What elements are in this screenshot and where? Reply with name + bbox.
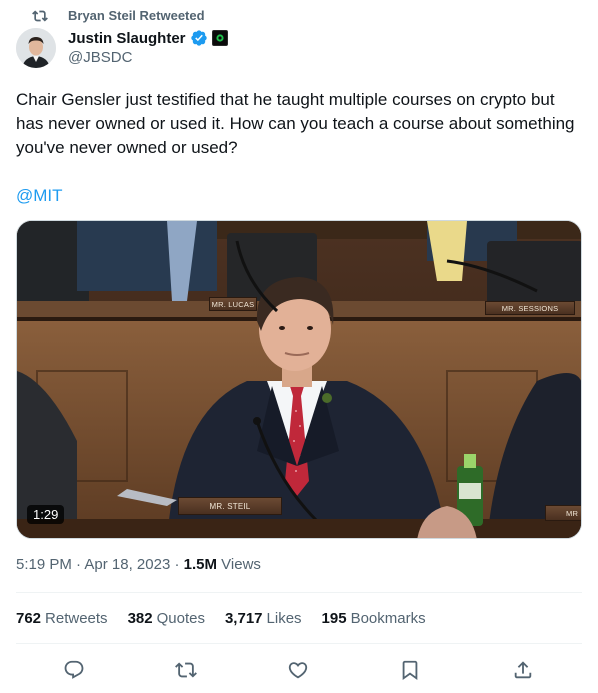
tweet-text: Chair Gensler just testified that he tau… bbox=[16, 90, 580, 157]
likes-label: Likes bbox=[266, 610, 302, 627]
bookmarks-label: Bookmarks bbox=[350, 610, 426, 627]
views-label: Views bbox=[221, 556, 261, 573]
nameplate-partial: MR bbox=[545, 505, 581, 521]
nameplate-lucas: MR. LUCAS bbox=[209, 297, 257, 311]
bookmark-button[interactable] bbox=[396, 657, 424, 683]
likes-count: 3,717 bbox=[224, 610, 263, 627]
affiliate-badge-icon[interactable] bbox=[211, 30, 228, 46]
video-duration: 1:29 bbox=[27, 505, 65, 524]
share-icon bbox=[514, 661, 532, 679]
retweets-stat[interactable]: 762 Retweets bbox=[16, 610, 108, 627]
name-line: Justin Slaughter bbox=[68, 28, 228, 48]
share-button[interactable] bbox=[509, 657, 537, 683]
nameplate-steil: MR. STEIL bbox=[178, 497, 282, 515]
quotes-label: Quotes bbox=[156, 610, 205, 627]
quotes-stat[interactable]: 382 Quotes bbox=[128, 610, 205, 627]
author-handle[interactable]: @JBSDC bbox=[68, 49, 132, 66]
retweet-icon bbox=[175, 662, 197, 678]
nameplate-sessions: MR. SESSIONS bbox=[485, 301, 575, 315]
verified-badge-icon[interactable] bbox=[190, 29, 208, 47]
divider bbox=[16, 592, 582, 593]
views-count: 1.5M bbox=[183, 556, 217, 573]
like-button[interactable] bbox=[284, 657, 312, 683]
divider bbox=[16, 643, 582, 644]
mention-link[interactable]: @MIT bbox=[16, 184, 63, 208]
tweet-time[interactable]: 5:19 PM bbox=[16, 556, 72, 573]
tweet-author: Justin Slaughter @JBSDC bbox=[16, 28, 416, 70]
bookmarks-stat[interactable]: 195 Bookmarks bbox=[322, 610, 426, 627]
tweet-meta: 5:19 PM · Apr 18, 2023 · 1.5M Views bbox=[16, 556, 261, 573]
bookmark-icon bbox=[402, 660, 418, 681]
video-frame bbox=[17, 221, 581, 538]
reply-icon bbox=[64, 660, 84, 679]
meta-separator: · bbox=[174, 556, 184, 573]
engagement-stats: 762 Retweets 382 Quotes 3,717 Likes 195 Book… bbox=[16, 610, 446, 627]
quotes-count: 382 bbox=[127, 610, 153, 627]
video-player[interactable]: MR. LUCAS MR. SESSIONS MR. STEIL MR 1:29 bbox=[16, 220, 582, 539]
avatar[interactable] bbox=[16, 28, 56, 68]
retweets-count: 762 bbox=[16, 610, 42, 627]
display-name[interactable]: Justin Slaughter bbox=[68, 30, 186, 47]
likes-stat[interactable]: 3,717 Likes bbox=[225, 610, 302, 627]
retweet-context-text[interactable]: Bryan Steil Retweeted bbox=[68, 8, 205, 23]
retweets-label: Retweets bbox=[45, 610, 108, 627]
tweet-actions bbox=[16, 657, 582, 683]
retweet-icon bbox=[32, 10, 48, 22]
reply-button[interactable] bbox=[60, 657, 88, 683]
like-icon bbox=[288, 662, 308, 679]
retweet-button[interactable] bbox=[172, 657, 200, 683]
bookmarks-count: 195 bbox=[321, 610, 347, 627]
tweet-date[interactable]: Apr 18, 2023 bbox=[84, 556, 170, 573]
avatar-image bbox=[16, 28, 56, 68]
